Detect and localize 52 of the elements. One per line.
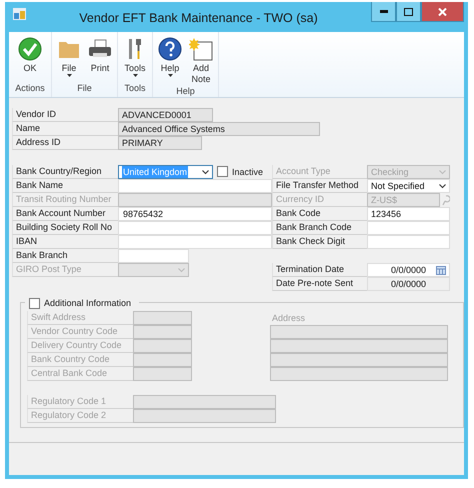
minimize-icon: [380, 10, 388, 13]
checkbox-label: Inactive: [232, 166, 264, 179]
text-field[interactable]: [118, 235, 272, 249]
text-field[interactable]: [118, 249, 189, 263]
ribbon-button[interactable]: File: [55, 34, 83, 83]
text-field[interactable]: [118, 179, 272, 193]
group-label: Tools: [124, 83, 146, 93]
close-button[interactable]: [421, 2, 464, 22]
help-icon: [158, 37, 182, 61]
caret-icon: [168, 74, 172, 77]
group-label: File: [77, 83, 92, 93]
text-field[interactable]: [367, 221, 450, 235]
app-icon: [13, 8, 26, 20]
read-only-field: ADVANCED0001: [118, 108, 213, 122]
read-only-field: PRIMARY: [118, 136, 202, 150]
chevron-down-icon: [178, 268, 185, 272]
ribbon-button[interactable]: OK: [12, 34, 48, 83]
folder-icon: [58, 39, 80, 59]
group-label: Help: [176, 86, 195, 96]
chevron-down-icon: [202, 170, 209, 174]
group-label: Actions: [15, 83, 45, 93]
text-field[interactable]: 123456: [367, 207, 450, 221]
note-icon: [189, 37, 213, 61]
tools-icon: [127, 37, 143, 61]
maximize-icon: [404, 8, 413, 16]
field-label: Address: [271, 312, 306, 325]
calendar-icon[interactable]: [436, 266, 446, 274]
chevron-down-icon: [439, 170, 446, 174]
checkmark-icon: [18, 37, 42, 61]
close-icon: [438, 8, 447, 16]
checkbox-label: Additional Information: [44, 297, 132, 310]
checkbox[interactable]: [29, 298, 40, 309]
lookup-icon[interactable]: [441, 194, 450, 206]
minimize-button[interactable]: [371, 2, 396, 22]
ribbon-button[interactable]: Print: [86, 34, 114, 83]
checkbox[interactable]: [217, 166, 228, 177]
ribbon-button[interactable]: Tools: [121, 34, 149, 83]
ribbon-button[interactable]: Add Note: [187, 34, 215, 86]
dropdown-field[interactable]: Not Specified: [367, 179, 450, 193]
read-only-field: Advanced Office Systems: [118, 122, 320, 136]
text-field[interactable]: [367, 235, 450, 249]
text-field[interactable]: 98765432: [118, 207, 272, 221]
read-only-field: 0/0/0000: [367, 277, 450, 291]
ribbon-button[interactable]: Help: [156, 34, 184, 86]
text-field[interactable]: [118, 221, 272, 235]
window-title: Vendor EFT Bank Maintenance - TWO (sa): [78, 11, 319, 25]
chevron-down-icon: [439, 184, 446, 188]
printer-icon: [88, 39, 112, 59]
date-field[interactable]: 0/0/0000: [367, 263, 450, 277]
caret-icon: [132, 74, 138, 77]
caret-icon: [66, 74, 72, 77]
maximize-button[interactable]: [396, 2, 421, 22]
